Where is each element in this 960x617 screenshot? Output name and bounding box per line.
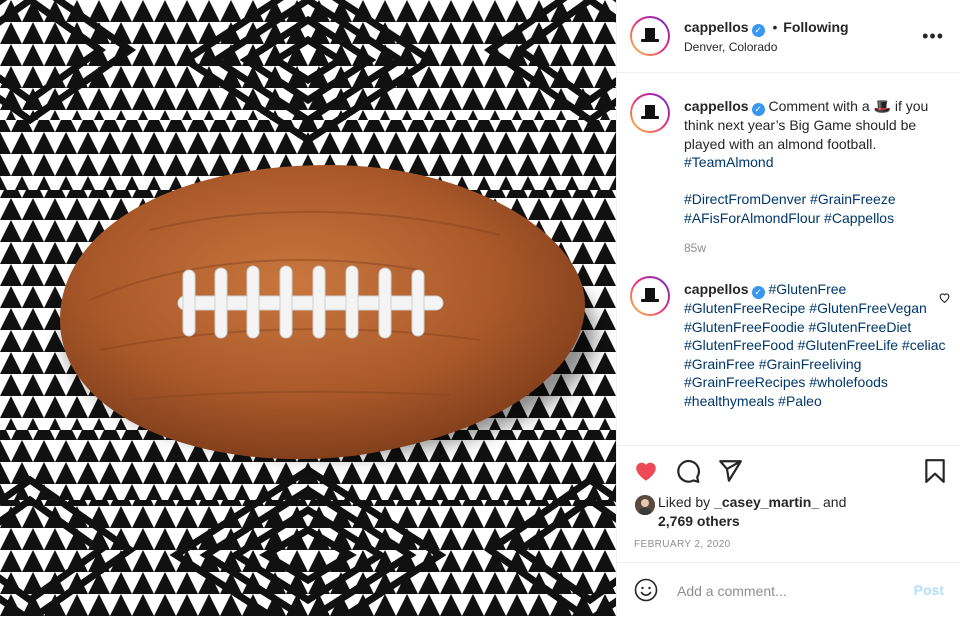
hashtag-link[interactable]: #DirectFromDenver #GrainFreeze #AFisForA…: [684, 191, 896, 226]
avatar[interactable]: [630, 276, 670, 316]
heart-icon[interactable]: [633, 458, 659, 484]
avatar[interactable]: [630, 93, 670, 133]
caption-time[interactable]: 85w: [684, 239, 946, 258]
emoji-icon[interactable]: [634, 578, 658, 602]
username-link[interactable]: cappellos: [684, 19, 749, 35]
add-comment-bar: Post: [617, 562, 960, 617]
verified-icon: ✓: [751, 286, 765, 299]
liked-by-and: and: [823, 494, 847, 510]
liked-by-prefix: Liked by: [658, 494, 711, 510]
caption-text: cappellos ✓ Comment with a 🎩 if you think…: [684, 97, 946, 258]
username-link[interactable]: cappellos: [684, 281, 749, 297]
almond-football-image: [0, 0, 616, 616]
comment-icon[interactable]: [675, 458, 701, 484]
heart-icon[interactable]: [938, 291, 951, 304]
post-author: cappellos ✓ • Following: [684, 19, 849, 37]
likes-others-link[interactable]: 2,769 others: [658, 513, 740, 529]
more-icon[interactable]: •••: [922, 26, 944, 47]
top-hat-icon: [641, 28, 659, 42]
post-button[interactable]: Post: [914, 582, 944, 598]
location-link[interactable]: Denver, Colorado: [684, 40, 777, 54]
hashtag-list[interactable]: #GlutenFree #GlutenFreeRecipe #GlutenFre…: [684, 281, 945, 409]
caption-text-before: Comment with a: [768, 98, 870, 114]
username-link[interactable]: cappellos: [684, 98, 749, 114]
comments-list[interactable]: cappellos ✓ Comment with a 🎩 if you think…: [617, 73, 960, 445]
action-bar: Liked by _casey_martin_ and 2,769 others…: [617, 445, 960, 576]
likes-summary: Liked by _casey_martin_ and 2,769 others: [658, 493, 846, 531]
avatar[interactable]: [630, 16, 670, 56]
liker-username[interactable]: _casey_martin_: [714, 494, 819, 510]
following-button[interactable]: Following: [783, 19, 848, 35]
top-hat-icon: [641, 288, 659, 302]
post-panel: cappellos ✓ • Following Denver, Colorado …: [616, 0, 960, 616]
post-image[interactable]: [0, 0, 616, 616]
comment-text: cappellos ✓ #GlutenFree #GlutenFreeRecipe…: [684, 280, 946, 410]
comment-input[interactable]: [675, 577, 899, 605]
share-icon[interactable]: [717, 458, 743, 484]
post-header: cappellos ✓ • Following Denver, Colorado …: [617, 0, 960, 73]
liker-avatar[interactable]: [635, 495, 655, 515]
hashtag-link[interactable]: #TeamAlmond: [684, 154, 774, 170]
post-date[interactable]: FEBRUARY 2, 2020: [634, 539, 731, 550]
person-icon: [635, 495, 655, 515]
follow-separator: •: [772, 19, 778, 35]
emoji: 🎩: [873, 98, 891, 114]
verified-icon: ✓: [751, 24, 765, 37]
bookmark-icon[interactable]: [922, 458, 948, 484]
top-hat-icon: [641, 105, 659, 119]
verified-icon: ✓: [751, 103, 765, 116]
